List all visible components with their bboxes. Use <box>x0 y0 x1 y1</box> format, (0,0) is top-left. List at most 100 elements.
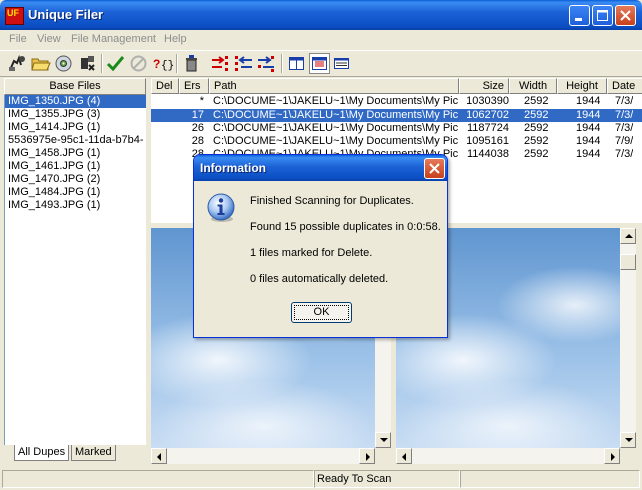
list-view-icon <box>334 58 349 69</box>
maximize-button[interactable] <box>592 5 613 26</box>
cell-height: 1944 <box>576 122 601 134</box>
arrow-up-icon <box>625 234 633 238</box>
list-item[interactable]: IMG_1470.JPG (2) <box>5 173 146 186</box>
cell-del <box>151 122 177 135</box>
dual-pane-button[interactable] <box>309 53 330 74</box>
dialog-close-button[interactable] <box>424 158 445 179</box>
list-item[interactable]: IMG_1414.JPG (1) <box>5 121 146 134</box>
scroll-left-button[interactable] <box>396 448 412 464</box>
list-item[interactable]: IMG_1493.JPG (1) <box>5 199 146 212</box>
table-row[interactable]: * C:\DOCUME~1\JAKELU~1\My Documents\My P… <box>151 95 642 108</box>
scan-icon <box>9 54 25 71</box>
cell-del <box>151 95 177 108</box>
single-pane-icon <box>289 57 304 70</box>
dialog-message-line: Finished Scanning for Duplicates. <box>250 195 414 207</box>
scroll-corner <box>620 448 636 464</box>
list-item[interactable]: IMG_1355.JPG (3) <box>5 108 146 121</box>
list-item[interactable]: IMG_1458.JPG (1) <box>5 147 146 160</box>
minimize-button[interactable] <box>569 5 590 26</box>
scroll-right-button[interactable] <box>604 448 620 464</box>
status-bar: Ready To Scan <box>0 468 642 490</box>
table-row[interactable]: 26 C:\DOCUME~1\JAKELU~1\My Documents\My … <box>151 122 642 135</box>
column-header-size[interactable]: Size <box>459 78 509 94</box>
toolbar-separator <box>101 54 103 73</box>
menu-help[interactable]: Help <box>164 33 187 45</box>
arrow-right-icon <box>366 453 370 461</box>
cell-height: 1944 <box>576 148 601 160</box>
close-icon <box>620 10 631 21</box>
dialog-message-line: Found 15 possible duplicates in 0:0:58. <box>250 221 441 233</box>
list-item[interactable]: IMG_1461.JPG (1) <box>5 160 146 173</box>
tab-marked[interactable]: Marked <box>71 445 116 461</box>
toolbar-separator <box>176 54 178 73</box>
delete-button[interactable] <box>181 53 202 74</box>
column-header-height[interactable]: Height <box>557 78 607 94</box>
base-files-header[interactable]: Base Files <box>4 78 146 95</box>
base-files-panel: Base Files IMG_1350.JPG (4) IMG_1355.JPG… <box>4 78 146 463</box>
cell-width: 2592 <box>524 135 549 147</box>
cd-icon <box>55 55 72 72</box>
help-icon: ? {} <box>153 57 174 72</box>
cell-path: C:\DOCUME~1\JAKELU~1\My Documents\My Pic… <box>213 122 458 134</box>
move-left-icon <box>235 56 252 71</box>
toolbar: ? {} <box>0 50 642 77</box>
status-panel-right <box>460 470 640 488</box>
dialog-title: Information <box>200 161 266 175</box>
scroll-left-button[interactable] <box>151 448 167 464</box>
right-vertical-scrollbar[interactable] <box>620 228 636 448</box>
scroll-thumb[interactable] <box>620 254 636 270</box>
table-row[interactable]: 17 C:\DOCUME~1\JAKELU~1\My Documents\My … <box>151 109 642 122</box>
menu-file-management[interactable]: File Management <box>71 33 156 45</box>
close-icon <box>429 163 440 174</box>
scroll-down-button[interactable] <box>375 432 391 448</box>
single-pane-button[interactable] <box>286 53 307 74</box>
menu-view[interactable]: View <box>37 33 61 45</box>
maximize-icon <box>597 10 608 21</box>
column-header-date[interactable]: Date <box>607 78 642 94</box>
base-files-list[interactable]: IMG_1350.JPG (4) IMG_1355.JPG (3) IMG_14… <box>4 95 146 445</box>
toolbar-separator <box>281 54 283 73</box>
right-horizontal-scrollbar[interactable] <box>396 448 620 464</box>
list-item[interactable]: IMG_1484.JPG (1) <box>5 186 146 199</box>
cancel-button[interactable] <box>128 53 149 74</box>
arrow-right-icon <box>611 453 615 461</box>
status-panel-center: Ready To Scan <box>314 470 460 488</box>
column-header-ers[interactable]: Ers <box>179 78 209 94</box>
move-left-button[interactable] <box>233 53 254 74</box>
column-header-width[interactable]: Width <box>509 78 557 94</box>
left-horizontal-scrollbar[interactable] <box>151 448 375 464</box>
scroll-down-button[interactable] <box>620 432 636 448</box>
scroll-right-button[interactable] <box>359 448 375 464</box>
list-item[interactable]: IMG_1350.JPG (4) <box>5 95 146 108</box>
cell-del <box>151 135 177 148</box>
table-row[interactable]: 28 C:\DOCUME~1\JAKELU~1\My Documents\My … <box>151 135 642 148</box>
scan-button[interactable] <box>7 53 28 74</box>
scroll-up-button[interactable] <box>620 228 636 244</box>
cell-size: 1187724 <box>466 122 509 134</box>
open-folder-button[interactable] <box>30 53 51 74</box>
ok-button[interactable]: OK <box>291 302 352 323</box>
list-item[interactable]: 5536975e-95c1-11da-b7b4- <box>5 134 146 147</box>
svg-text:{}: {} <box>161 60 173 72</box>
title-bar[interactable]: UF Unique Filer <box>0 0 642 30</box>
column-header-del[interactable]: Del <box>151 78 179 94</box>
list-view-button[interactable] <box>331 53 352 74</box>
dialog-title-bar[interactable]: Information <box>194 155 447 181</box>
cell-width: 2592 <box>524 122 549 134</box>
cd-button[interactable] <box>53 53 74 74</box>
move-both-button[interactable] <box>256 53 277 74</box>
close-button[interactable] <box>615 5 636 26</box>
settings-icon <box>81 56 95 71</box>
settings-button[interactable] <box>77 53 98 74</box>
tab-all-dupes[interactable]: All Dupes <box>14 445 70 461</box>
cell-size: 1144038 <box>466 148 509 160</box>
column-header-path[interactable]: Path <box>209 78 459 94</box>
check-icon <box>106 56 125 72</box>
cell-date: 7/3/ <box>615 122 634 134</box>
help-button[interactable]: ? {} <box>152 53 174 74</box>
check-button[interactable] <box>105 53 126 74</box>
move-right-button[interactable] <box>210 53 231 74</box>
menu-file[interactable]: File <box>9 33 27 45</box>
cell-height: 1944 <box>576 135 601 147</box>
info-icon <box>207 193 235 222</box>
